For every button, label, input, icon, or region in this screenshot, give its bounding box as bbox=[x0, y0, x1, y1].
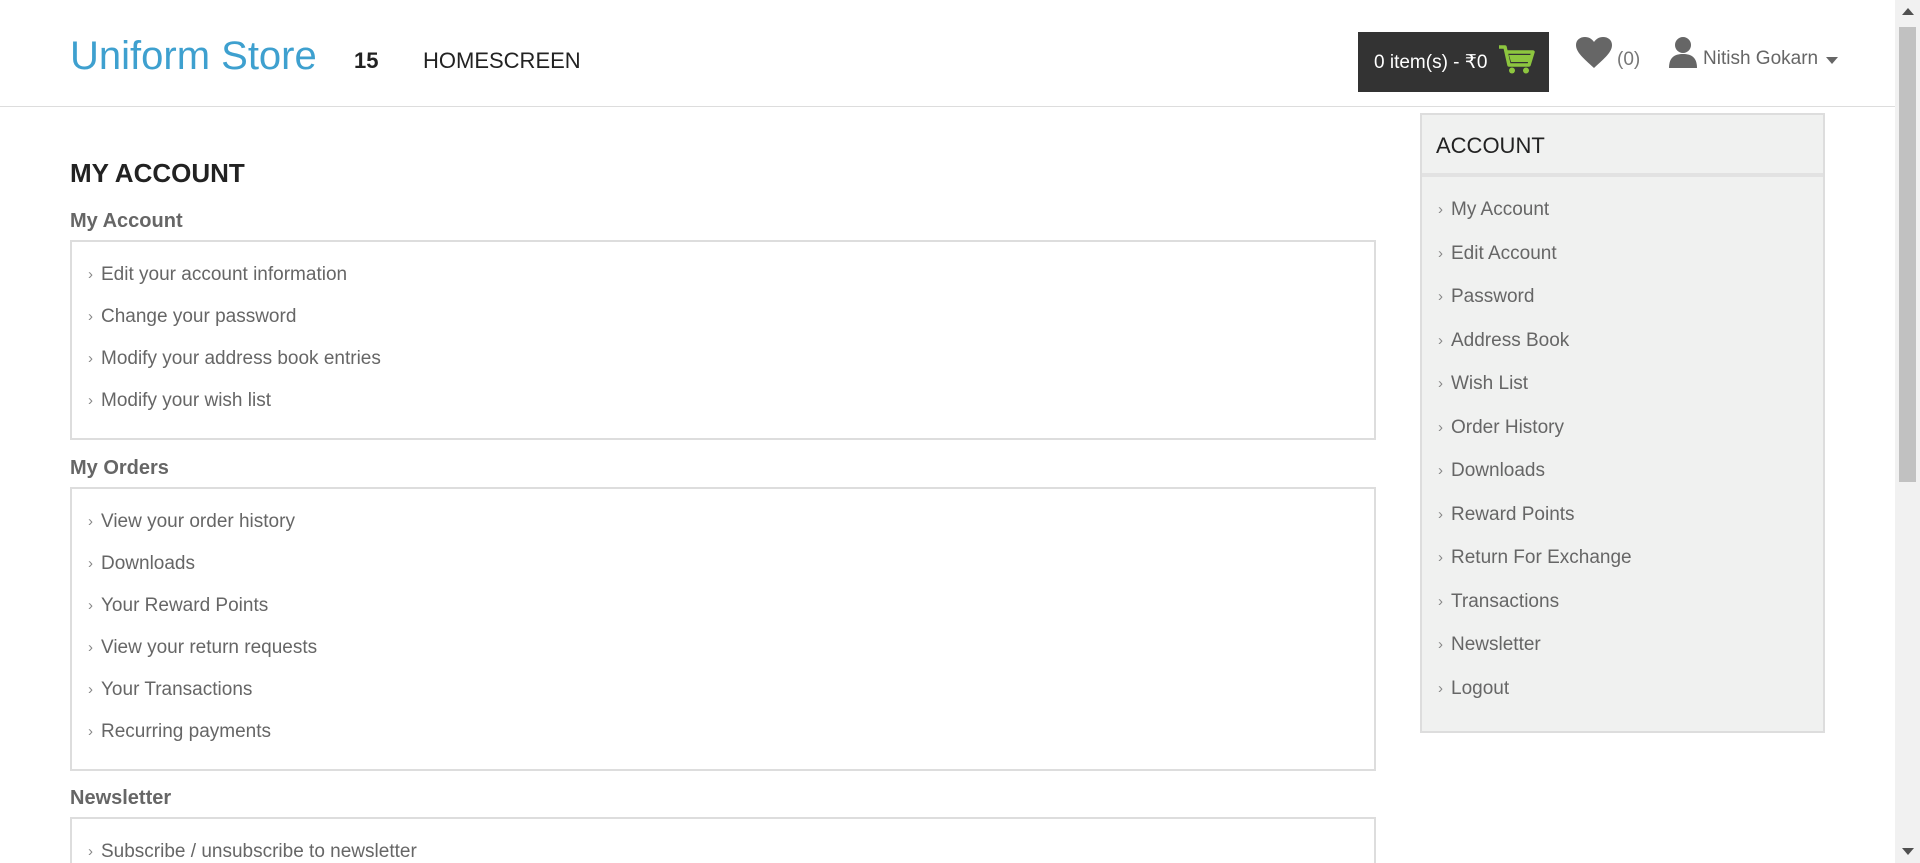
sidebar-item-return-for-exchange[interactable]: › Return For Exchange bbox=[1422, 547, 1823, 591]
chevron-right-icon: › bbox=[88, 350, 93, 367]
modify-wish-list-link[interactable]: Modify your wish list bbox=[101, 390, 271, 412]
newsletter-subscribe-link[interactable]: Subscribe / unsubscribe to newsletter bbox=[101, 841, 417, 863]
cart-button[interactable]: 0 item(s) - ₹0 bbox=[1358, 32, 1549, 92]
sidebar-item-logout[interactable]: › Logout bbox=[1422, 678, 1823, 722]
shopping-cart-icon bbox=[1497, 43, 1537, 81]
sidebar-item-password[interactable]: › Password bbox=[1422, 286, 1823, 330]
sidebar-item-downloads[interactable]: › Downloads bbox=[1422, 460, 1823, 504]
heart-icon bbox=[1575, 36, 1613, 75]
return-requests-link[interactable]: View your return requests bbox=[101, 637, 317, 659]
chevron-right-icon: › bbox=[88, 513, 93, 530]
list-item[interactable]: › Your Transactions bbox=[72, 679, 1374, 721]
sidebar-item-label[interactable]: Password bbox=[1451, 286, 1534, 308]
wishlist-count: (0) bbox=[1617, 48, 1641, 70]
sidebar-item-edit-account[interactable]: › Edit Account bbox=[1422, 243, 1823, 287]
wishlist-link[interactable]: (0) bbox=[1575, 36, 1640, 75]
chevron-right-icon: › bbox=[88, 392, 93, 409]
user-icon bbox=[1669, 36, 1697, 73]
chevron-right-icon: › bbox=[1438, 592, 1443, 610]
section-title-newsletter: Newsletter bbox=[70, 787, 172, 809]
sidebar-item-label[interactable]: Reward Points bbox=[1451, 504, 1575, 526]
newsletter-links-box: › Subscribe / unsubscribe to newsletter bbox=[70, 817, 1376, 863]
list-item[interactable]: › Downloads bbox=[72, 553, 1374, 595]
sidebar-item-label[interactable]: Downloads bbox=[1451, 460, 1545, 482]
chevron-right-icon: › bbox=[88, 681, 93, 698]
chevron-down-icon bbox=[1826, 51, 1839, 69]
cart-label: 0 item(s) - ₹0 bbox=[1374, 51, 1488, 73]
list-item[interactable]: › Change your password bbox=[72, 306, 1374, 348]
list-item[interactable]: › Edit your account information bbox=[72, 264, 1374, 306]
list-item[interactable]: › Your Reward Points bbox=[72, 595, 1374, 637]
chevron-right-icon: › bbox=[88, 597, 93, 614]
chevron-right-icon: › bbox=[1438, 679, 1443, 697]
chevron-right-icon: › bbox=[1438, 549, 1443, 566]
scroll-down-arrow-icon[interactable] bbox=[1902, 848, 1914, 855]
user-name: Nitish Gokarn bbox=[1703, 47, 1819, 69]
downloads-link[interactable]: Downloads bbox=[101, 553, 195, 575]
chevron-right-icon: › bbox=[1438, 375, 1443, 392]
sidebar-item-label[interactable]: Edit Account bbox=[1451, 243, 1557, 265]
list-item[interactable]: › Subscribe / unsubscribe to newsletter bbox=[72, 841, 1374, 863]
sidebar-item-wish-list[interactable]: › Wish List bbox=[1422, 373, 1823, 417]
chevron-right-icon: › bbox=[1438, 462, 1443, 479]
list-item[interactable]: › Modify your wish list bbox=[72, 390, 1374, 432]
modify-address-book-link[interactable]: Modify your address book entries bbox=[101, 348, 381, 370]
list-item[interactable]: › View your order history bbox=[72, 511, 1374, 553]
sidebar-item-label[interactable]: My Account bbox=[1451, 199, 1549, 221]
scroll-up-arrow-icon[interactable] bbox=[1902, 8, 1914, 15]
sidebar-item-reward-points[interactable]: › Reward Points bbox=[1422, 504, 1823, 548]
chevron-right-icon: › bbox=[1438, 201, 1443, 218]
list-item[interactable]: › View your return requests bbox=[72, 637, 1374, 679]
section-title-my-orders: My Orders bbox=[70, 457, 169, 479]
account-sidebar: ACCOUNT › My Account › Edit Account › Passw… bbox=[1420, 113, 1825, 733]
chevron-right-icon: › bbox=[1438, 244, 1443, 262]
sidebar-item-order-history[interactable]: › Order History bbox=[1422, 417, 1823, 461]
scrollbar-thumb[interactable] bbox=[1899, 27, 1916, 482]
sidebar-title: ACCOUNT bbox=[1422, 115, 1823, 177]
sidebar-item-transactions[interactable]: › Transactions bbox=[1422, 591, 1823, 635]
my-orders-links-box: › View your order history › Downloads › You… bbox=[70, 487, 1376, 771]
nav-homescreen-link[interactable]: HOMESCREEN bbox=[423, 48, 581, 74]
chevron-right-icon: › bbox=[1438, 331, 1443, 349]
sidebar-item-label[interactable]: Transactions bbox=[1451, 591, 1559, 613]
user-menu-dropdown[interactable]: Nitish Gokarn bbox=[1669, 36, 1839, 73]
chevron-right-icon: › bbox=[1438, 636, 1443, 653]
chevron-right-icon: › bbox=[88, 266, 93, 283]
chevron-right-icon: › bbox=[1438, 288, 1443, 305]
sidebar-item-newsletter[interactable]: › Newsletter bbox=[1422, 634, 1823, 678]
change-password-link[interactable]: Change your password bbox=[101, 306, 296, 328]
chevron-right-icon: › bbox=[88, 843, 93, 860]
chevron-right-icon: › bbox=[1438, 418, 1443, 436]
sidebar-item-address-book[interactable]: › Address Book bbox=[1422, 330, 1823, 374]
sidebar-item-label[interactable]: Order History bbox=[1451, 417, 1564, 439]
nav-number-link[interactable]: 15 bbox=[354, 48, 378, 74]
view-order-history-link[interactable]: View your order history bbox=[101, 511, 295, 533]
recurring-payments-link[interactable]: Recurring payments bbox=[101, 721, 271, 743]
my-account-links-box: › Edit your account information › Change y… bbox=[70, 240, 1376, 440]
page-scrollbar[interactable] bbox=[1895, 0, 1920, 863]
store-logo[interactable]: Uniform Store bbox=[70, 34, 317, 79]
page-title: MY ACCOUNT bbox=[70, 158, 245, 188]
chevron-right-icon: › bbox=[1438, 505, 1443, 523]
sidebar-item-my-account[interactable]: › My Account bbox=[1422, 199, 1823, 243]
chevron-right-icon: › bbox=[88, 308, 93, 325]
sidebar-item-label[interactable]: Return For Exchange bbox=[1451, 547, 1632, 569]
chevron-right-icon: › bbox=[88, 555, 93, 572]
list-item[interactable]: › Recurring payments bbox=[72, 721, 1374, 763]
site-header: Uniform Store 15 HOMESCREEN 0 item(s) - … bbox=[0, 0, 1895, 107]
section-title-my-account: My Account bbox=[70, 210, 183, 232]
sidebar-item-label[interactable]: Logout bbox=[1451, 678, 1509, 700]
sidebar-item-label[interactable]: Newsletter bbox=[1451, 634, 1541, 656]
chevron-right-icon: › bbox=[88, 723, 93, 740]
reward-points-link[interactable]: Your Reward Points bbox=[101, 595, 268, 617]
transactions-link[interactable]: Your Transactions bbox=[101, 679, 252, 701]
sidebar-item-label[interactable]: Address Book bbox=[1451, 330, 1569, 352]
edit-account-info-link[interactable]: Edit your account information bbox=[101, 264, 347, 286]
list-item[interactable]: › Modify your address book entries bbox=[72, 348, 1374, 390]
sidebar-item-label[interactable]: Wish List bbox=[1451, 373, 1528, 395]
chevron-right-icon: › bbox=[88, 639, 93, 656]
